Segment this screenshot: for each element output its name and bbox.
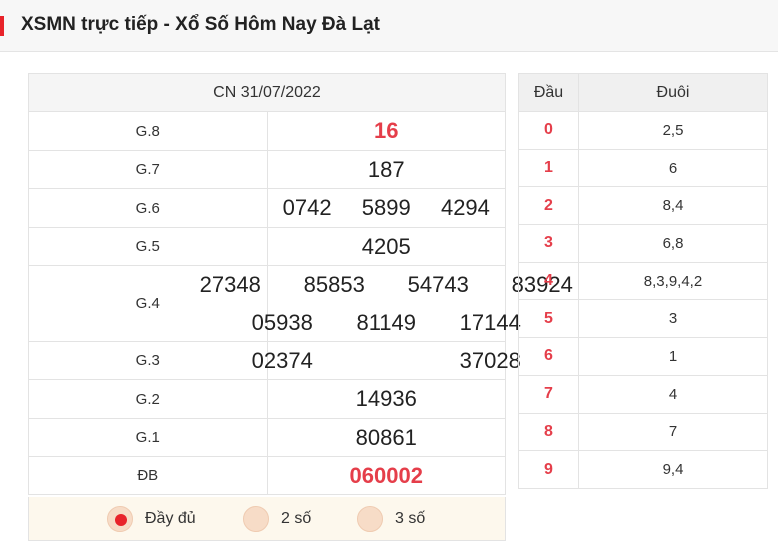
table-row: 61 xyxy=(518,337,768,376)
table-row: 53 xyxy=(518,299,768,339)
prize-label: G.2 xyxy=(28,379,268,419)
table-row: 74 xyxy=(518,374,768,414)
table-row: 87 xyxy=(518,412,768,452)
prize-label: G.8 xyxy=(28,111,268,151)
accent-bar xyxy=(0,16,4,36)
head-digit: 8 xyxy=(518,412,579,452)
head-digit: 3 xyxy=(518,224,579,263)
prize-number: 85853 xyxy=(303,271,365,297)
radio-icon[interactable] xyxy=(357,506,383,532)
prize-number: 02374 xyxy=(251,347,313,373)
prize-row-g3: G.3 02374 37028 xyxy=(28,341,521,380)
head-digit: 9 xyxy=(518,450,579,489)
prize-number: 060002 xyxy=(266,456,506,495)
prize-number: 4294 xyxy=(440,195,490,220)
prize-label: G.7 xyxy=(28,150,268,189)
tail-digits: 3 xyxy=(578,299,768,339)
head-digit: 5 xyxy=(518,299,579,339)
prize-number: 0742 xyxy=(282,195,332,220)
prize-number: 5899 xyxy=(361,195,411,220)
prize-label: G.5 xyxy=(28,227,268,266)
option-label: 3 số xyxy=(395,510,426,527)
prize-label: G.6 xyxy=(28,188,268,228)
table-row: 9 9,4 xyxy=(518,450,768,489)
tail-column-header: Đuôi xyxy=(578,73,768,112)
prize-row-g4: G.4 27348 85853 54743 83924 05938 81149 … xyxy=(28,265,573,342)
tail-digits: 9,4 xyxy=(578,450,768,489)
table-row: 2 8,4 xyxy=(518,186,768,226)
tail-digits: 7 xyxy=(578,412,768,452)
head-digit: 7 xyxy=(518,374,579,414)
option-label: Đầy đủ xyxy=(145,510,196,527)
prize-number: 05938 xyxy=(251,309,313,335)
tail-digits: 8,4 xyxy=(578,186,768,226)
prize-row-g7: G.7 187 xyxy=(28,150,506,189)
prize-number: 187 xyxy=(266,150,506,189)
option-three-digits[interactable]: 3 số xyxy=(357,506,425,532)
results-table: CN 31/07/2022 G.8 16 G.7 187 G.6 0742 58… xyxy=(28,73,573,495)
prize-row-special: ĐB 060002 xyxy=(28,456,506,495)
table-row: 3 6,8 xyxy=(518,224,768,263)
option-two-digits[interactable]: 2 số xyxy=(243,506,311,532)
option-label: 2 số xyxy=(281,510,312,527)
tail-digits: 6,8 xyxy=(578,224,768,263)
table-row: 16 xyxy=(518,148,768,188)
tail-digits: 4 xyxy=(578,374,768,414)
prize-row-g8: G.8 16 xyxy=(28,111,506,151)
head-digit: 2 xyxy=(518,186,579,226)
dau-duoi-table: Đầu Đuôi 0 2,5 16 2 8,4 3 6,8 4 8,3,9,4,2 53… xyxy=(518,73,768,489)
tail-digits: 8,3,9,4,2 xyxy=(578,261,768,301)
prize-label: ĐB xyxy=(28,456,268,495)
tail-digits: 6 xyxy=(578,148,768,188)
option-full[interactable]: Đầy đủ xyxy=(107,506,196,532)
prize-number: 27348 xyxy=(199,271,261,297)
prize-number: 80861 xyxy=(266,418,506,457)
tail-digits: 2,5 xyxy=(578,111,768,150)
prize-row-g5: G.5 4205 xyxy=(28,227,506,266)
prize-number: 54743 xyxy=(407,271,469,297)
head-digit: 1 xyxy=(518,148,579,188)
prize-number: 4205 xyxy=(266,227,506,266)
prize-number: 81149 xyxy=(356,309,417,335)
display-options: Đầy đủ 2 số 3 số xyxy=(28,497,506,541)
prize-number: 16 xyxy=(266,111,506,151)
draw-date: CN 31/07/2022 xyxy=(28,73,506,112)
page-title: XSMN trực tiếp - Xổ Số Hôm Nay Đà Lạt xyxy=(21,14,380,35)
prize-row-g2: G.2 14936 xyxy=(28,379,506,419)
page-header: XSMN trực tiếp - Xổ Số Hôm Nay Đà Lạt xyxy=(0,0,778,52)
table-row: 4 8,3,9,4,2 xyxy=(518,261,768,301)
tail-digits: 1 xyxy=(578,337,768,376)
head-digit: 0 xyxy=(518,111,579,150)
prize-number: 14936 xyxy=(266,379,506,419)
head-column-header: Đầu xyxy=(518,73,579,112)
table-row: 0 2,5 xyxy=(518,111,768,150)
radio-selected-icon[interactable] xyxy=(107,506,133,532)
radio-icon[interactable] xyxy=(243,506,269,532)
prize-row-g1: G.1 80861 xyxy=(28,418,506,457)
prize-label: G.1 xyxy=(28,418,268,457)
prize-row-g6: G.6 0742 5899 4294 xyxy=(28,188,506,228)
head-digit: 4 xyxy=(518,261,579,301)
head-digit: 6 xyxy=(518,337,579,376)
